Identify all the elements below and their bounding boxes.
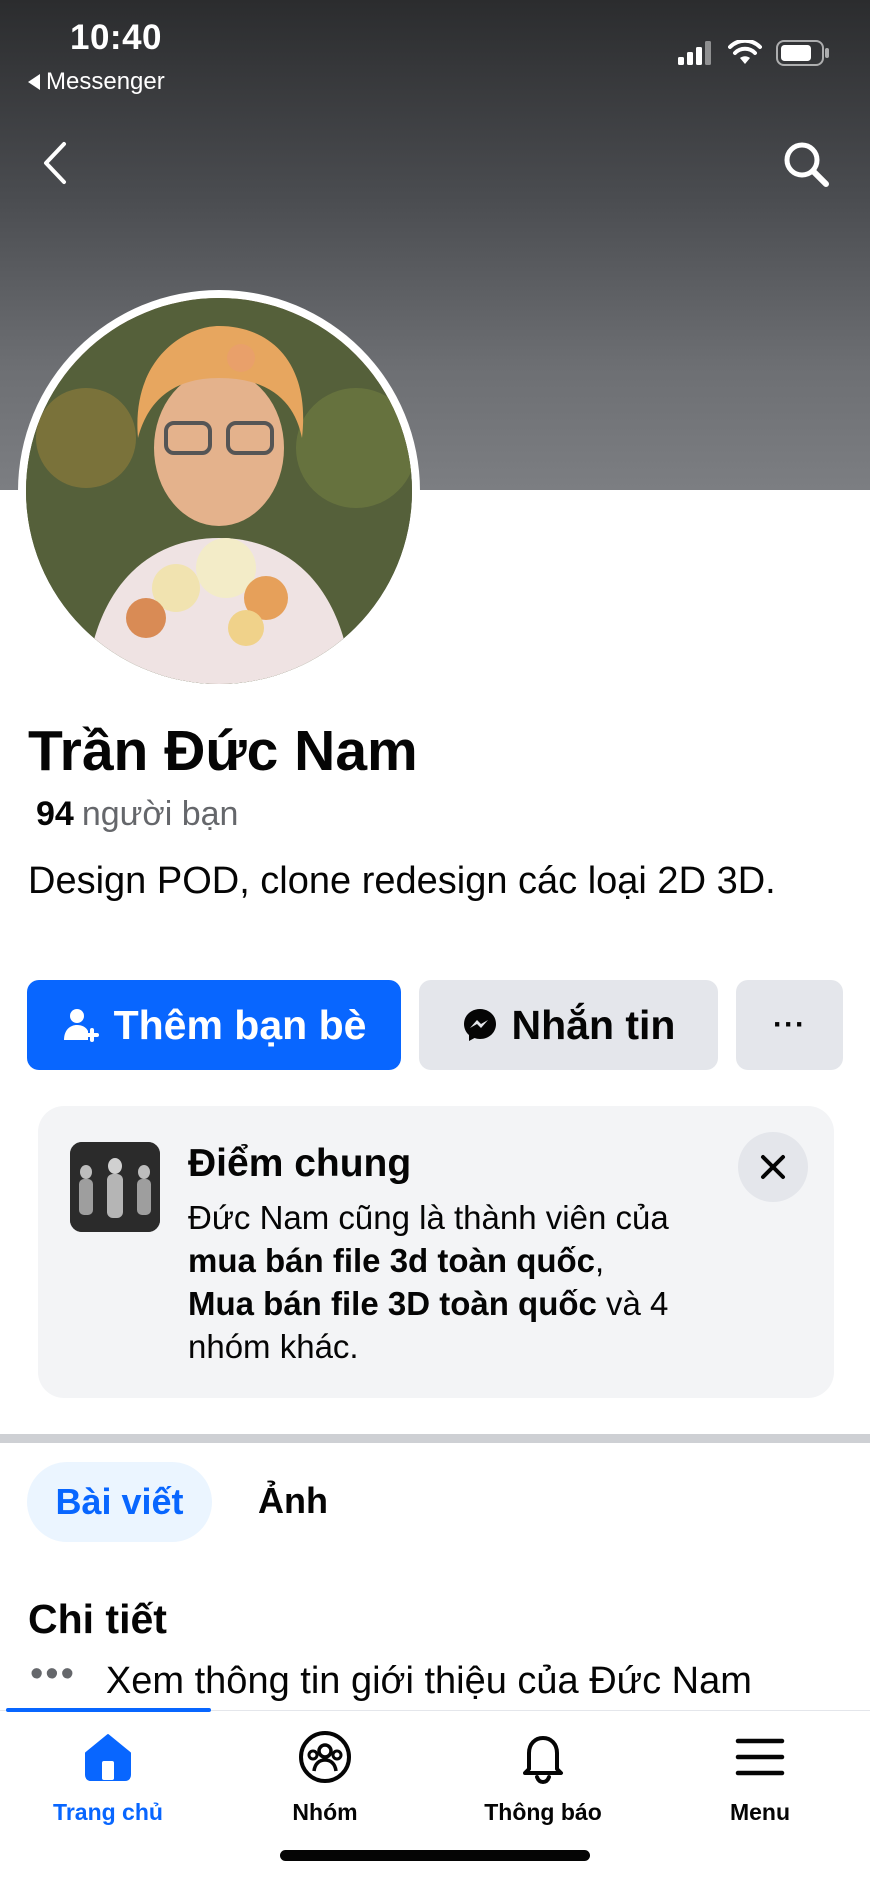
tab-posts[interactable]: Bài viết (27, 1462, 212, 1542)
add-friend-icon (63, 1009, 99, 1042)
groups-icon (299, 1731, 351, 1783)
wifi-icon (728, 40, 762, 64)
close-icon (761, 1155, 785, 1179)
friends-count[interactable]: 94 người bạn (36, 795, 238, 834)
more-options-button[interactable]: ··· (736, 980, 843, 1070)
status-time: 10:40 (70, 18, 163, 57)
dismiss-card-button[interactable] (738, 1132, 808, 1202)
status-back-to-app[interactable]: Messenger (28, 68, 165, 96)
battery-icon (776, 40, 829, 66)
messenger-icon (463, 1009, 496, 1041)
group-thumbnail (70, 1142, 160, 1232)
status-back-label: Messenger (46, 68, 165, 95)
friends-label: người bạn (81, 795, 239, 833)
group-link-1[interactable]: mua bán file 3d toàn quốc (188, 1242, 595, 1279)
bell-icon (523, 1736, 563, 1785)
more-icon: ··· (773, 1008, 806, 1041)
status-icons (678, 40, 830, 66)
menu-icon (735, 1738, 785, 1776)
nav-home-label: Trang chủ (53, 1799, 163, 1825)
friends-number: 94 (36, 795, 74, 833)
nav-notifications[interactable]: Thông báo (443, 1729, 643, 1826)
group-link-2[interactable]: Mua bán file 3D toàn quốc (188, 1285, 597, 1322)
message-button[interactable]: Nhắn tin (419, 980, 718, 1070)
mutual-title: Điểm chung (188, 1142, 412, 1185)
signal-icon (678, 41, 711, 65)
active-tab-indicator (6, 1708, 211, 1712)
intro-link-label: Xem thông tin giới thiệu của Đức Nam (105, 1660, 752, 1702)
search-icon[interactable] (780, 138, 832, 190)
profile-bio: Design POD, clone redesign các loại 2D 3… (28, 860, 776, 902)
more-dots-icon: ••• (30, 1653, 76, 1695)
profile-avatar[interactable] (18, 290, 420, 692)
profile-name: Trần Đức Nam (28, 719, 418, 783)
add-friend-label: Thêm bạn bè (113, 1001, 367, 1048)
add-friend-button[interactable]: Thêm bạn bè (27, 980, 401, 1070)
nav-menu[interactable]: Menu (660, 1729, 860, 1826)
home-icon (85, 1734, 131, 1781)
avatar-photo (26, 298, 412, 684)
back-triangle-icon (28, 74, 40, 90)
nav-notifications-label: Thông báo (484, 1799, 602, 1825)
mutual-intro: Đức Nam cũng là thành viên của (188, 1199, 669, 1236)
nav-menu-label: Menu (729, 1799, 791, 1825)
back-arrow-icon[interactable] (36, 138, 76, 188)
details-heading: Chi tiết (28, 1596, 167, 1642)
nav-groups[interactable]: Nhóm (225, 1729, 425, 1826)
nav-groups-label: Nhóm (292, 1799, 358, 1825)
mutual-description: Đức Nam cũng là thành viên của mua bán f… (188, 1196, 748, 1368)
message-label: Nhắn tin (511, 1001, 676, 1048)
details-intro-row[interactable]: ••• Xem thông tin giới thiệu của Đức Nam (30, 1653, 752, 1703)
tab-photos[interactable]: Ảnh (258, 1480, 328, 1522)
section-divider (0, 1434, 870, 1443)
group-1-suffix: , (595, 1242, 605, 1279)
mutual-interests-card: Điểm chung Đức Nam cũng là thành viên củ… (38, 1106, 834, 1398)
nav-home[interactable]: Trang chủ (8, 1729, 208, 1826)
home-indicator[interactable] (280, 1850, 590, 1861)
